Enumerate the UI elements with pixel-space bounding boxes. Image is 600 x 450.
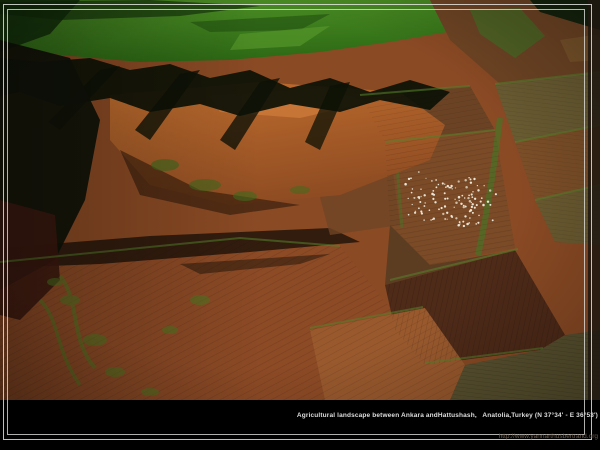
- caption-url: http://www.yannarthusbertrand.org: [297, 433, 598, 440]
- aerial-photo-illustration: [0, 0, 600, 400]
- wallpaper-canvas: Agricultural landscape between Ankara an…: [0, 0, 600, 450]
- caption-title: Agricultural landscape between Ankara an…: [297, 412, 598, 419]
- photo-caption: Agricultural landscape between Ankara an…: [297, 398, 598, 450]
- aerial-photo: [0, 0, 600, 400]
- lighting-overlays: [0, 0, 600, 400]
